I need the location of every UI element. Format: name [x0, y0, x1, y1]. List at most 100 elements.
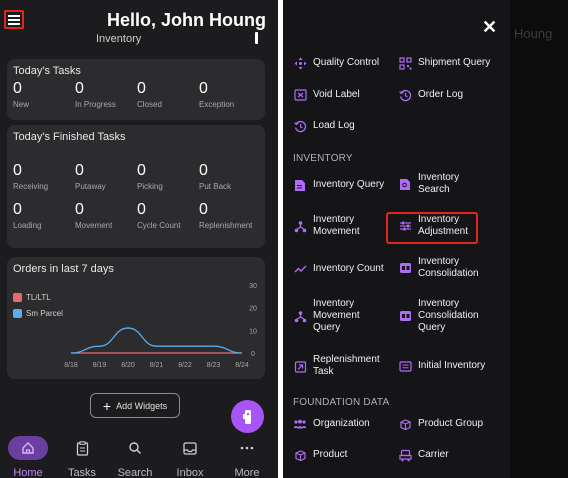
menu-replenishment-task[interactable]: Replenishment Task	[293, 354, 383, 378]
list-box-icon	[398, 359, 412, 373]
menu-initial-inventory[interactable]: Initial Inventory	[398, 359, 485, 373]
product-group-icon	[398, 417, 412, 431]
todays-tasks-card: Today's Tasks 0 New 0 In Progress 0 Clos…	[7, 59, 265, 120]
menu-inventory-movement[interactable]: Inventory Movement	[293, 214, 378, 238]
stat-label: Closed	[137, 100, 162, 109]
hamburger-menu-icon[interactable]	[4, 10, 24, 29]
stat-value: 0	[199, 162, 208, 179]
stat-value: 0	[75, 162, 84, 179]
stat-value: 0	[75, 80, 84, 97]
menu-inventory-count[interactable]: Inventory Count	[293, 262, 384, 276]
menu-organization[interactable]: Organization	[293, 417, 370, 431]
menu-product-group[interactable]: Product Group	[398, 417, 483, 431]
stat-value: 0	[199, 201, 208, 218]
history-icon	[398, 88, 412, 102]
menu-inventory-adjustment[interactable]: Inventory Adjustment	[398, 214, 476, 238]
stat-closed[interactable]: 0 Closed	[137, 81, 162, 110]
consolidation-icon	[398, 309, 412, 323]
close-icon[interactable]: ✕	[482, 17, 497, 38]
move-arrows-icon	[293, 56, 307, 70]
finished-tasks-card: Today's Finished Tasks 0 Receiving 0 Put…	[7, 125, 265, 248]
menu-inventory-consolidation[interactable]: Inventory Consolidation	[398, 256, 483, 280]
qr-code-icon	[398, 56, 412, 70]
menu-label: Shipment Query	[418, 57, 491, 68]
movement-icon	[293, 219, 307, 233]
x-tick-label: 8/23	[207, 362, 221, 369]
inventory-tab[interactable]: Inventory	[96, 33, 141, 45]
menu-label: Load Log	[313, 120, 355, 131]
menu-label: Inventory Movement	[313, 214, 360, 237]
scanner-icon	[242, 409, 251, 424]
menu-inventory-search[interactable]: Inventory Search	[398, 172, 483, 196]
stat-movement[interactable]: 0 Movement	[75, 201, 112, 231]
y-tick-label: 0	[251, 351, 255, 358]
menu-label: Inventory Movement Query	[313, 298, 360, 333]
menu-inventory-consolidation-query[interactable]: Inventory Consolidation Query	[398, 298, 483, 334]
document-search-icon	[398, 177, 412, 191]
nav-label: Inbox	[176, 467, 204, 478]
dimmed-background[interactable]: Houng	[510, 0, 568, 478]
menu-void-label[interactable]: Void Label	[293, 88, 360, 102]
menu-label: Initial Inventory	[418, 360, 486, 371]
menu-label: Inventory Query	[313, 179, 385, 190]
scrolled-tab-row: Inventory	[14, 32, 264, 46]
movement-icon	[293, 309, 307, 323]
top-bar: Hello, John Houng Inventory	[0, 0, 278, 46]
add-widgets-label: Add Widgets	[116, 400, 168, 411]
nav-home[interactable]: Home	[3, 436, 53, 478]
nav-inbox[interactable]: Inbox	[165, 436, 215, 478]
stat-label: Putaway	[75, 182, 106, 191]
stat-exception[interactable]: 0 Exception	[199, 81, 234, 110]
stat-put-back[interactable]: 0 Put Back	[199, 162, 231, 192]
menu-load-log[interactable]: Load Log	[293, 119, 355, 133]
stat-new[interactable]: 0 New	[13, 80, 29, 110]
stat-replenishment[interactable]: 0 Replenishment	[199, 201, 253, 231]
menu-inventory-query[interactable]: Inventory Query	[293, 178, 384, 192]
stat-picking[interactable]: 0 Picking	[137, 163, 163, 192]
x-tick-label: 8/20	[121, 362, 135, 369]
section-inventory-heading: INVENTORY	[293, 153, 353, 164]
stat-value: 0	[137, 201, 146, 218]
more-icon	[222, 436, 272, 460]
stat-label: Replenishment	[199, 221, 253, 230]
nav-label: Home	[13, 467, 43, 478]
stat-label: Picking	[137, 182, 163, 191]
menu-label: Inventory Consolidation	[418, 256, 479, 279]
y-tick-label: 20	[249, 306, 257, 313]
add-widgets-button[interactable]: + Add Widgets	[90, 393, 180, 418]
x-tick-label: 8/19	[93, 362, 107, 369]
nav-more[interactable]: More	[222, 436, 272, 478]
stat-in-progress[interactable]: 0 In Progress	[75, 80, 116, 110]
stat-receiving[interactable]: 0 Receiving	[13, 163, 48, 192]
menu-quality-control[interactable]: Quality Control	[293, 56, 379, 70]
trend-icon	[293, 262, 307, 276]
x-tick-label: 8/22	[178, 362, 192, 369]
menu-shipment-query[interactable]: Shipment Query	[398, 56, 490, 70]
y-tick-label: 10	[249, 328, 257, 335]
section-foundation-heading: FOUNDATION DATA	[293, 397, 390, 408]
people-icon	[293, 417, 307, 431]
stat-loading[interactable]: 0 Loading	[13, 202, 42, 231]
nav-search[interactable]: Search	[110, 436, 160, 478]
stat-label: Loading	[13, 221, 42, 230]
menu-label: Product Group	[418, 418, 484, 429]
menu-carrier[interactable]: Carrier	[398, 448, 449, 462]
menu-product[interactable]: Product	[293, 448, 347, 462]
stat-value: 0	[13, 80, 22, 97]
sliders-icon	[398, 219, 412, 233]
consolidation-icon	[398, 261, 412, 275]
stat-value: 0	[75, 201, 84, 218]
menu-label: Order Log	[418, 89, 464, 100]
menu-order-log[interactable]: Order Log	[398, 88, 463, 102]
scanner-fab-button[interactable]	[231, 400, 264, 433]
x-tick-label: 8/18	[64, 362, 78, 369]
stat-putaway[interactable]: 0 Putaway	[75, 162, 106, 192]
menu-label: Carrier	[418, 449, 449, 460]
inbox-icon	[165, 436, 215, 460]
nav-tasks[interactable]: Tasks	[57, 436, 107, 478]
plus-icon: +	[102, 397, 112, 414]
history-icon	[293, 119, 307, 133]
nav-label: Tasks	[67, 467, 97, 478]
stat-cycle-count[interactable]: 0 Cycle Count	[137, 201, 181, 231]
menu-inventory-movement-query[interactable]: Inventory Movement Query	[293, 298, 378, 334]
